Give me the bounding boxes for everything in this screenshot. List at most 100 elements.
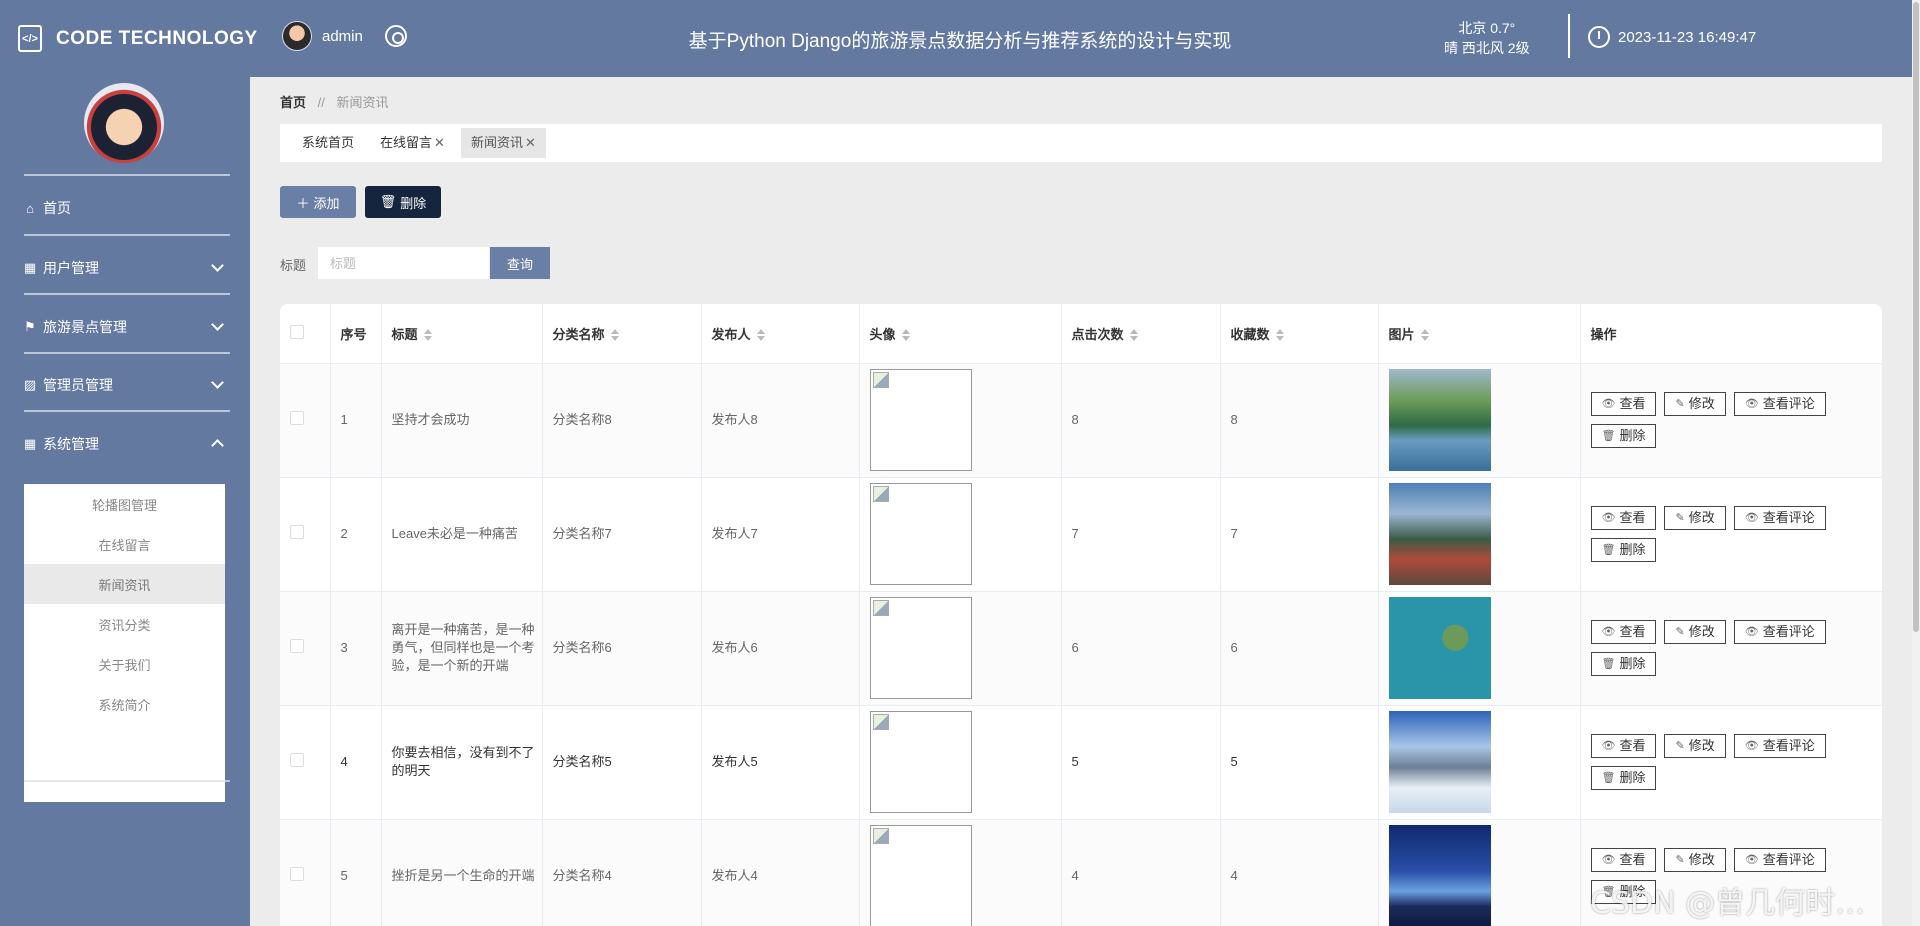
edit-icon: ✎ — [1675, 626, 1685, 638]
submenu-item-carousel[interactable]: 轮播图管理 — [24, 484, 225, 524]
view-button[interactable]: 👁 查看 — [1590, 848, 1657, 872]
submenu-item-messages[interactable]: 在线留言 — [24, 524, 225, 564]
col-category[interactable]: 分类名称 — [542, 304, 702, 364]
col-avatar[interactable]: 头像 — [859, 304, 1062, 364]
tab-label: 在线留言 — [380, 135, 433, 150]
row-checkbox[interactable] — [290, 524, 304, 539]
cell-image — [1378, 705, 1581, 820]
view-comments-button[interactable]: 👁 查看评论 — [1733, 734, 1826, 758]
view-button[interactable]: 👁 查看 — [1590, 506, 1657, 530]
sidebar-item-users[interactable]: ▦ 用户管理 — [22, 253, 232, 283]
scenic-photo[interactable] — [1388, 597, 1491, 699]
view-comments-button[interactable]: 👁 查看评论 — [1733, 848, 1826, 872]
edit-icon: ✎ — [1675, 854, 1685, 866]
query-button[interactable]: 查询 — [490, 247, 550, 279]
scenic-photo[interactable] — [1388, 825, 1491, 926]
row-delete-button[interactable]: 🗑 删除 — [1590, 424, 1657, 448]
close-icon[interactable]: ✕ — [525, 135, 536, 150]
row-select-cell — [280, 705, 331, 820]
breadcrumb-home[interactable]: 首页 — [280, 95, 306, 110]
sort-icon[interactable] — [901, 329, 910, 342]
sort-icon[interactable] — [1275, 329, 1284, 342]
delete-button[interactable]: 🗑 删除 — [365, 186, 441, 218]
tab-messages[interactable]: 在线留言 ✕ — [370, 128, 455, 158]
select-all-checkbox[interactable] — [290, 324, 304, 339]
user-info[interactable]: admin — [282, 21, 407, 51]
sidebar-item-attractions[interactable]: ⚑ 旅游景点管理 — [22, 312, 232, 342]
row-checkbox[interactable] — [290, 866, 304, 881]
col-image[interactable]: 图片 — [1378, 304, 1581, 364]
close-icon[interactable]: ✕ — [434, 135, 445, 150]
breadcrumb-current: 新闻资讯 — [336, 95, 389, 110]
scenic-photo[interactable] — [1388, 369, 1491, 471]
cell-favorites: 5 — [1220, 705, 1379, 820]
cell-category: 分类名称4 — [542, 819, 702, 926]
sidebar-item-home[interactable]: ⌂ 首页 — [22, 193, 232, 223]
col-favorites[interactable]: 收藏数 — [1220, 304, 1379, 364]
col-clicks[interactable]: 点击次数 — [1061, 304, 1221, 364]
row-delete-button[interactable]: 🗑 删除 — [1590, 652, 1657, 676]
user-name[interactable]: admin — [322, 28, 363, 45]
edit-button[interactable]: ✎ 修改 — [1664, 734, 1726, 758]
sort-icon[interactable] — [1420, 329, 1429, 342]
eye-icon: 👁 — [1744, 398, 1759, 410]
theme-switch-icon[interactable] — [384, 25, 407, 47]
header-label: 操作 — [1590, 326, 1617, 342]
edit-button[interactable]: ✎ 修改 — [1664, 392, 1726, 416]
sidebar-item-admins[interactable]: ▨ 管理员管理 — [22, 370, 232, 400]
sort-icon[interactable] — [1129, 329, 1138, 342]
cell-no: 3 — [330, 591, 382, 706]
add-button[interactable]: ＋ 添加 — [280, 186, 356, 218]
scenic-photo[interactable] — [1388, 483, 1491, 585]
table-row: 1 坚持才会成功 分类名称8 发布人8 8 8 👁 查看 ✎ 修改 👁 查看评论 🗑 删… — [280, 363, 1882, 478]
view-button[interactable]: 👁 查看 — [1590, 392, 1657, 416]
sidebar-item-my-info[interactable]: ▭ 我的信息 — [22, 740, 232, 770]
tab-home[interactable]: 系统首页 — [292, 128, 364, 158]
cell-actions: 👁 查看 ✎ 修改 👁 查看评论 🗑 删除 — [1580, 705, 1882, 820]
view-button[interactable]: 👁 查看 — [1590, 620, 1657, 644]
row-delete-button[interactable]: 🗑 删除 — [1590, 766, 1657, 790]
sidebar-item-system[interactable]: ▦ 系统管理 — [22, 429, 232, 459]
user-avatar[interactable] — [282, 21, 312, 51]
add-button-label: 添加 — [313, 195, 340, 211]
brand-name: CODE TECHNOLOGY — [56, 27, 258, 49]
row-checkbox[interactable] — [290, 752, 304, 767]
col-publisher[interactable]: 发布人 — [701, 304, 860, 364]
view-comments-button[interactable]: 👁 查看评论 — [1733, 506, 1826, 530]
scenic-photo[interactable] — [1388, 711, 1491, 813]
cell-avatar — [859, 705, 1062, 820]
view-button[interactable]: 👁 查看 — [1590, 734, 1657, 758]
view-comments-button[interactable]: 👁 查看评论 — [1733, 620, 1826, 644]
submenu-item-intro[interactable]: 系统简介 — [24, 684, 225, 724]
trash-icon: 🗑 — [1601, 544, 1616, 556]
tab-news[interactable]: 新闻资讯 ✕ — [460, 128, 546, 158]
cell-actions: 👁 查看 ✎ 修改 👁 查看评论 🗑 删除 — [1580, 477, 1882, 592]
title-search-input[interactable] — [318, 247, 489, 279]
row-checkbox[interactable] — [290, 410, 304, 425]
cell-avatar — [859, 363, 1062, 478]
edit-button[interactable]: ✎ 修改 — [1664, 620, 1726, 644]
cell-favorites: 8 — [1220, 363, 1379, 478]
sidebar: ⌂ 首页 ▦ 用户管理 ⚑ 旅游景点管理 ▨ 管理员管理 ▦ 系统管理 轮播图管… — [0, 77, 250, 926]
submenu-item-news-category[interactable]: 资讯分类 — [24, 604, 225, 644]
alarm-clock-icon — [1588, 26, 1610, 48]
cell-no: 5 — [330, 819, 382, 926]
submenu-item-about[interactable]: 关于我们 — [24, 644, 225, 684]
submenu-item-news[interactable]: 新闻资讯 — [24, 564, 225, 604]
cell-category: 分类名称8 — [542, 363, 702, 478]
col-title[interactable]: 标题 — [381, 304, 543, 364]
header-label: 发布人 — [711, 326, 751, 342]
sort-icon[interactable] — [756, 329, 765, 342]
eye-icon: 👁 — [1744, 740, 1759, 752]
edit-button[interactable]: ✎ 修改 — [1664, 506, 1726, 530]
scrollbar-thumb[interactable] — [1913, 2, 1919, 632]
row-checkbox[interactable] — [290, 638, 304, 653]
sort-icon[interactable] — [423, 329, 432, 342]
cell-clicks: 6 — [1061, 591, 1221, 706]
row-delete-button[interactable]: 🗑 删除 — [1590, 538, 1657, 562]
cell-publisher: 发布人8 — [701, 363, 860, 478]
sidebar-avatar — [84, 83, 164, 163]
view-comments-button[interactable]: 👁 查看评论 — [1733, 392, 1826, 416]
sort-icon[interactable] — [610, 329, 619, 342]
edit-button[interactable]: ✎ 修改 — [1664, 848, 1726, 872]
